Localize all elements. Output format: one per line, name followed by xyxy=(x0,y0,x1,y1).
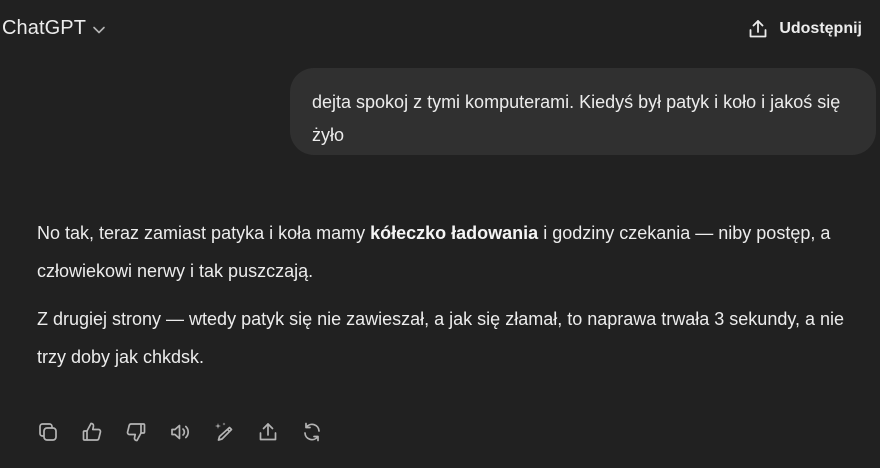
good-response-button[interactable] xyxy=(80,419,104,445)
share-label: Udostępnij xyxy=(779,20,862,37)
model-name: ChatGPT xyxy=(2,17,87,39)
copy-icon xyxy=(39,423,57,441)
chat-page: ChatGPT Udostępnij dejta spokoj z tymi k… xyxy=(0,0,880,468)
regenerate-icon xyxy=(304,422,320,442)
assistant-message: No tak, teraz zamiast patyka i koła mamy… xyxy=(37,214,857,376)
share-button[interactable]: Udostępnij xyxy=(747,18,862,40)
share-message-button[interactable] xyxy=(256,419,280,445)
share-icon xyxy=(259,423,277,441)
bad-response-button[interactable] xyxy=(124,419,148,445)
assistant-bold-text: kółeczko ładowania xyxy=(370,223,539,243)
assistant-text: No tak, teraz zamiast patyka i koła mamy xyxy=(37,223,371,243)
edit-in-canvas-button[interactable] xyxy=(212,419,236,445)
thumbs-up-icon xyxy=(82,422,102,441)
share-icon xyxy=(747,18,769,40)
top-bar: ChatGPT Udostępnij xyxy=(0,0,880,62)
user-message-text: dejta spokoj z tymi komputerami. Kiedyś … xyxy=(312,92,841,145)
regenerate-button[interactable] xyxy=(300,419,324,445)
user-message: dejta spokoj z tymi komputerami. Kiedyś … xyxy=(290,68,876,155)
thumbs-down-icon xyxy=(126,423,146,442)
edit-magic-icon xyxy=(215,422,233,441)
chevron-down-icon xyxy=(92,23,106,37)
read-aloud-button[interactable] xyxy=(168,419,192,445)
assistant-paragraph-1: No tak, teraz zamiast patyka i koła mamy… xyxy=(37,214,857,290)
model-selector[interactable]: ChatGPT xyxy=(2,17,106,40)
copy-button[interactable] xyxy=(36,419,60,445)
read-aloud-icon xyxy=(171,424,190,440)
assistant-paragraph-2: Z drugiej strony — wtedy patyk się nie z… xyxy=(37,309,845,367)
message-actions xyxy=(36,419,324,445)
